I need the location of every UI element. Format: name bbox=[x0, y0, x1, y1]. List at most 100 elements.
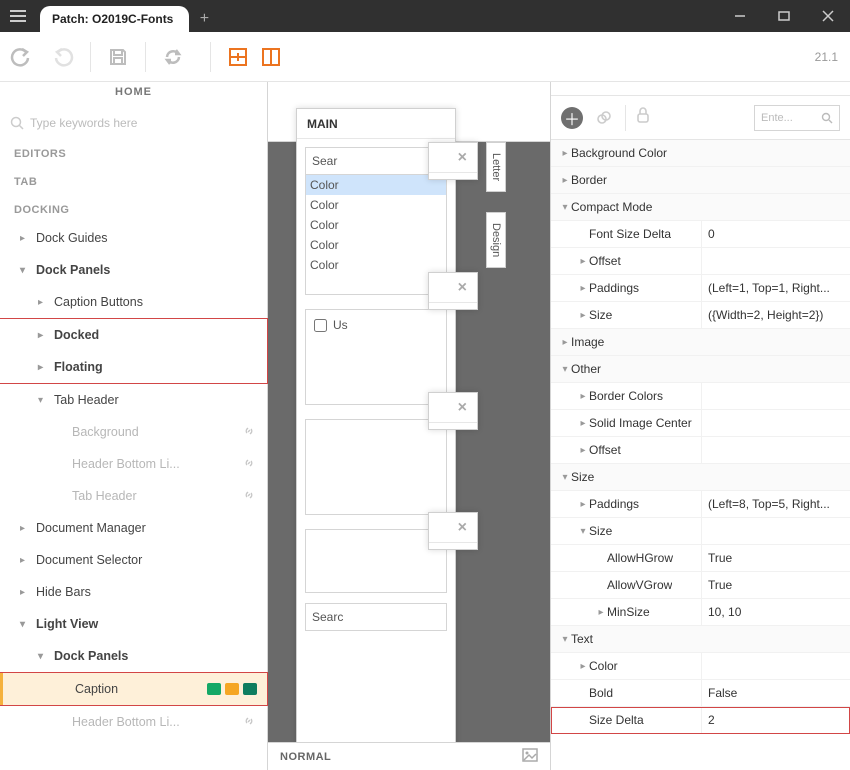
maximize-button[interactable] bbox=[762, 0, 806, 32]
new-tab-button[interactable]: + bbox=[189, 6, 219, 32]
category-editors: EDITORS bbox=[0, 138, 267, 166]
property-row[interactable]: ▸Paddings(Left=1, Top=1, Right... bbox=[551, 275, 850, 302]
property-value[interactable]: False bbox=[701, 680, 850, 706]
property-row[interactable]: AllowHGrowTrue bbox=[551, 545, 850, 572]
link-icon bbox=[243, 457, 255, 472]
close-icon[interactable]: × bbox=[458, 279, 467, 297]
tree-docked[interactable]: ▸Docked bbox=[0, 319, 267, 351]
preview-floating-panel[interactable]: × bbox=[428, 142, 478, 180]
close-icon[interactable]: × bbox=[458, 399, 467, 417]
list-item[interactable]: Color bbox=[306, 175, 446, 195]
preview-floating-panel[interactable]: × bbox=[428, 272, 478, 310]
property-row[interactable]: ▾Other bbox=[551, 356, 850, 383]
property-value bbox=[701, 248, 850, 274]
panel-checkbox[interactable]: Us bbox=[314, 318, 438, 332]
property-row[interactable]: AllowVGrowTrue bbox=[551, 572, 850, 599]
minimize-button[interactable] bbox=[718, 0, 762, 32]
caption-badges bbox=[207, 683, 257, 695]
property-row[interactable]: Size Delta2 bbox=[551, 707, 850, 734]
add-button[interactable]: ＋ bbox=[561, 107, 583, 129]
list-item[interactable]: Color bbox=[306, 195, 446, 215]
image-icon[interactable] bbox=[522, 748, 538, 765]
property-row[interactable]: ▾Text bbox=[551, 626, 850, 653]
document-tab[interactable]: Patch: O2019C-Fonts bbox=[40, 6, 189, 32]
property-value[interactable]: True bbox=[701, 545, 850, 571]
tree-lv-hbl[interactable]: Header Bottom Li... bbox=[0, 706, 267, 738]
property-row[interactable]: ▸Border bbox=[551, 167, 850, 194]
property-value[interactable]: True bbox=[701, 572, 850, 598]
list-item[interactable]: Color bbox=[306, 215, 446, 235]
undo-button[interactable] bbox=[0, 32, 42, 82]
tree-light-view[interactable]: ▾Light View bbox=[0, 608, 267, 640]
property-key: ▸Border bbox=[551, 173, 701, 187]
property-value[interactable]: 2 bbox=[701, 707, 850, 733]
property-value bbox=[701, 518, 850, 544]
tree-dock-panels[interactable]: ▾Dock Panels bbox=[0, 254, 267, 286]
property-row[interactable]: ▸Solid Image Center bbox=[551, 410, 850, 437]
layout-vsplit-button[interactable] bbox=[217, 32, 259, 82]
category-docking: DOCKING bbox=[0, 194, 267, 222]
tree-lv-dockpanels[interactable]: ▾Dock Panels bbox=[0, 640, 267, 672]
hamburger-icon[interactable] bbox=[0, 0, 36, 32]
property-row[interactable]: ▸Background Color bbox=[551, 140, 850, 167]
side-tab-letter[interactable]: Letter bbox=[486, 142, 506, 192]
property-row[interactable]: ▸Paddings(Left=8, Top=5, Right... bbox=[551, 491, 850, 518]
close-icon[interactable]: × bbox=[458, 149, 467, 167]
tree-th-background[interactable]: Background bbox=[0, 416, 267, 448]
property-row[interactable]: ▸Offset bbox=[551, 248, 850, 275]
tree-dock-guides[interactable]: ▸Dock Guides bbox=[0, 222, 267, 254]
highlight-docked-floating: ▸Docked ▸Floating bbox=[0, 318, 268, 384]
property-value[interactable]: ({Width=2, Height=2}) bbox=[701, 302, 850, 328]
preview-floating-panel[interactable]: × bbox=[428, 512, 478, 550]
right-search-input[interactable]: Ente... bbox=[754, 105, 840, 131]
property-row[interactable]: ▸MinSize10, 10 bbox=[551, 599, 850, 626]
lock-button[interactable] bbox=[636, 106, 650, 129]
tree-hide-bars[interactable]: ▸Hide Bars bbox=[0, 576, 267, 608]
property-key: ▸Paddings bbox=[551, 497, 701, 511]
left-search-input[interactable]: Type keywords here bbox=[10, 116, 257, 130]
tree-caption-buttons[interactable]: ▸Caption Buttons bbox=[0, 286, 267, 318]
property-value[interactable]: 10, 10 bbox=[701, 599, 850, 625]
tree-doc-manager[interactable]: ▸Document Manager bbox=[0, 512, 267, 544]
layout-hsplit-button[interactable] bbox=[259, 32, 283, 82]
tree-floating[interactable]: ▸Floating bbox=[0, 351, 267, 383]
tree-lv-caption[interactable]: Caption bbox=[0, 673, 267, 705]
panel-bottom-search-input[interactable] bbox=[305, 603, 447, 631]
tree-doc-selector[interactable]: ▸Document Selector bbox=[0, 544, 267, 576]
list-item[interactable]: Color bbox=[306, 235, 446, 255]
close-icon[interactable]: × bbox=[458, 519, 467, 537]
property-row[interactable]: ▸Image bbox=[551, 329, 850, 356]
panel-title: MAIN bbox=[307, 117, 338, 131]
property-grid[interactable]: ▸Background Color ▸Border ▾Compact ModeFon… bbox=[551, 140, 850, 770]
property-row[interactable]: ▸Size({Width=2, Height=2}) bbox=[551, 302, 850, 329]
property-row[interactable]: ▸Border Colors bbox=[551, 383, 850, 410]
property-value[interactable]: 0 bbox=[701, 221, 850, 247]
property-key: ▸Image bbox=[551, 335, 701, 349]
panel-search-input[interactable] bbox=[305, 147, 447, 175]
property-row[interactable]: ▾Size bbox=[551, 464, 850, 491]
property-row[interactable]: ▸Color bbox=[551, 653, 850, 680]
side-tab-design[interactable]: Design bbox=[486, 212, 506, 268]
tree-th-bottom[interactable]: Header Bottom Li... bbox=[0, 448, 267, 480]
close-button[interactable] bbox=[806, 0, 850, 32]
property-key: AllowVGrow bbox=[551, 578, 701, 592]
list-item[interactable]: Color bbox=[306, 255, 446, 275]
version-label: 21.1 bbox=[815, 50, 838, 64]
tree-th-tabheader[interactable]: Tab Header bbox=[0, 480, 267, 512]
property-value[interactable]: (Left=8, Top=5, Right... bbox=[701, 491, 850, 517]
property-value[interactable]: (Left=1, Top=1, Right... bbox=[701, 275, 850, 301]
property-row[interactable]: Font Size Delta0 bbox=[551, 221, 850, 248]
refresh-button[interactable] bbox=[152, 32, 194, 82]
property-row[interactable]: ▾Compact Mode bbox=[551, 194, 850, 221]
property-key: Bold bbox=[551, 686, 701, 700]
redo-button[interactable] bbox=[42, 32, 84, 82]
home-label: HOME bbox=[0, 82, 267, 108]
property-row[interactable]: ▸Offset bbox=[551, 437, 850, 464]
property-row[interactable]: BoldFalse bbox=[551, 680, 850, 707]
save-button[interactable] bbox=[97, 32, 139, 82]
view-mode-label[interactable]: NORMAL bbox=[280, 751, 331, 763]
preview-floating-panel[interactable]: × bbox=[428, 392, 478, 430]
property-row[interactable]: ▾Size bbox=[551, 518, 850, 545]
tree-tab-header[interactable]: ▾Tab Header bbox=[0, 384, 267, 416]
palette-button[interactable] bbox=[593, 107, 615, 129]
